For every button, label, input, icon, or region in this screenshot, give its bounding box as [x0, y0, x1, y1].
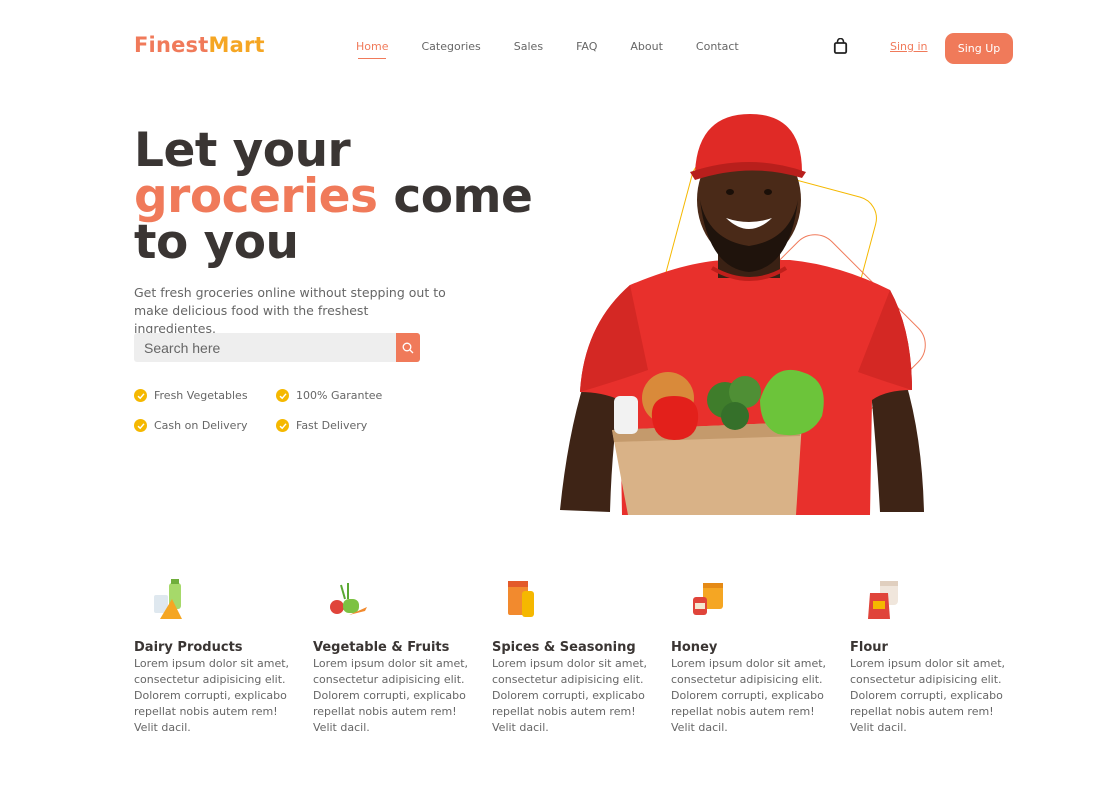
category-card[interactable]: Honey Lorem ipsum dolor sit amet, consec… — [671, 575, 850, 736]
category-description: Lorem ipsum dolor sit amet, consectetur … — [850, 657, 1006, 734]
category-card[interactable]: Spices & Seasoning Lorem ipsum dolor sit… — [492, 575, 671, 736]
brand-part-2: Mart — [208, 33, 265, 57]
main-nav: Home Categories Sales FAQ About Contact — [356, 40, 772, 59]
brand-part-1: Finest — [134, 33, 209, 57]
category-description: Lorem ipsum dolor sit amet, consectetur … — [492, 657, 648, 734]
nav-faq[interactable]: FAQ — [576, 40, 597, 53]
broccoli-3 — [721, 402, 749, 430]
category-description: Lorem ipsum dolor sit amet, consectetur … — [134, 657, 290, 734]
check-icon — [134, 389, 147, 402]
vegetables-icon — [330, 583, 367, 615]
category-title: Honey — [671, 640, 718, 655]
check-icon — [276, 419, 289, 432]
category-list: Dairy Products Lorem ipsum dolor sit ame… — [134, 575, 1029, 736]
category-title: Vegetable & Fruits — [313, 640, 450, 655]
brand-logo[interactable]: FinestMart — [134, 33, 265, 57]
eye-left — [726, 189, 734, 195]
search-button[interactable] — [396, 333, 420, 362]
category-card[interactable]: Flour Lorem ipsum dolor sit amet, consec… — [850, 575, 1029, 736]
check-icon — [276, 389, 289, 402]
category-card[interactable]: Dairy Products Lorem ipsum dolor sit ame… — [134, 575, 313, 736]
search-bar — [134, 333, 420, 362]
category-description: Lorem ipsum dolor sit amet, consectetur … — [313, 657, 469, 734]
feature-item: Cash on Delivery — [134, 418, 276, 433]
feature-label: Fast Delivery — [296, 419, 368, 432]
hero-title: Let your groceries come to you — [134, 127, 533, 266]
category-title: Spices & Seasoning — [492, 640, 636, 655]
sign-in-link[interactable]: Sing in — [890, 40, 928, 53]
honey-icon — [693, 583, 723, 615]
nav-sales[interactable]: Sales — [514, 40, 543, 53]
hero-subtitle: Get fresh groceries online without stepp… — [134, 285, 446, 336]
feature-label: 100% Garantee — [296, 389, 383, 402]
check-icon — [134, 419, 147, 432]
feature-label: Cash on Delivery — [154, 419, 248, 432]
nav-about[interactable]: About — [630, 40, 663, 53]
sign-up-button[interactable]: Sing Up — [945, 33, 1013, 64]
nav-categories[interactable]: Categories — [421, 40, 480, 53]
feature-label: Fresh Vegetables — [154, 389, 248, 402]
search-icon — [402, 342, 414, 353]
hero-title-rest: come — [377, 169, 533, 224]
red-pepper — [651, 396, 699, 440]
feature-item: Fast Delivery — [276, 418, 426, 433]
hero-title-line-3: to you — [134, 215, 299, 270]
shopping-bag-icon[interactable] — [833, 37, 848, 54]
feature-item: Fresh Vegetables — [134, 388, 276, 403]
category-description: Lorem ipsum dolor sit amet, consectetur … — [671, 657, 827, 734]
dairy-icon — [154, 579, 182, 619]
nav-home[interactable]: Home — [356, 40, 388, 59]
milk-bottle — [614, 396, 638, 434]
flour-icon — [868, 581, 898, 619]
nav-contact[interactable]: Contact — [696, 40, 739, 53]
category-title: Dairy Products — [134, 640, 243, 655]
hero-image-delivery-man — [560, 114, 926, 515]
category-title: Flour — [850, 640, 888, 655]
category-card[interactable]: Vegetable & Fruits Lorem ipsum dolor sit… — [313, 575, 492, 736]
search-input[interactable] — [134, 333, 396, 362]
feature-item: 100% Garantee — [276, 388, 426, 403]
spices-icon — [508, 581, 534, 617]
feature-list: Fresh Vegetables 100% Garantee Cash on D… — [134, 388, 434, 433]
eye-right — [764, 189, 772, 195]
